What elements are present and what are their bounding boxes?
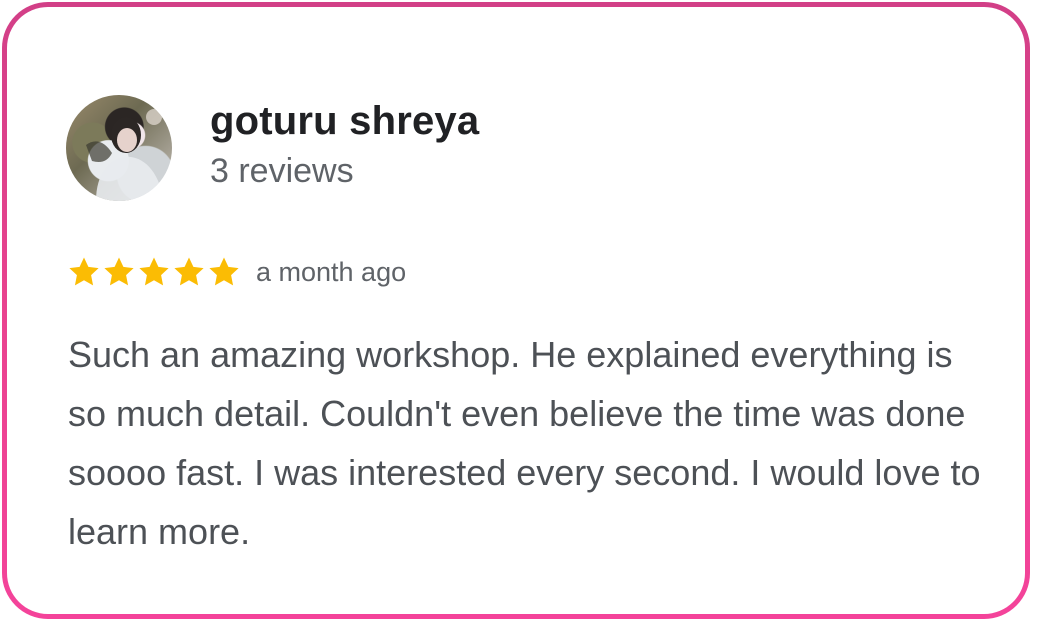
star-icon bbox=[104, 257, 134, 286]
star-icon bbox=[139, 257, 169, 286]
review-card: goturu shreya 3 reviews a month ago Such… bbox=[2, 2, 1030, 619]
avatar-photo-icon bbox=[86, 109, 164, 201]
reviewer-avatar[interactable] bbox=[66, 95, 172, 201]
star-icon bbox=[69, 257, 99, 286]
star-rating bbox=[67, 255, 241, 289]
star-icon bbox=[209, 257, 239, 286]
review-body: Such an amazing workshop. He explained e… bbox=[68, 334, 981, 552]
review-date: a month ago bbox=[256, 257, 407, 287]
reviewer-review-count[interactable]: 3 reviews bbox=[210, 152, 354, 191]
reviewer-name[interactable]: goturu shreya bbox=[210, 99, 479, 144]
star-icon bbox=[174, 257, 204, 286]
